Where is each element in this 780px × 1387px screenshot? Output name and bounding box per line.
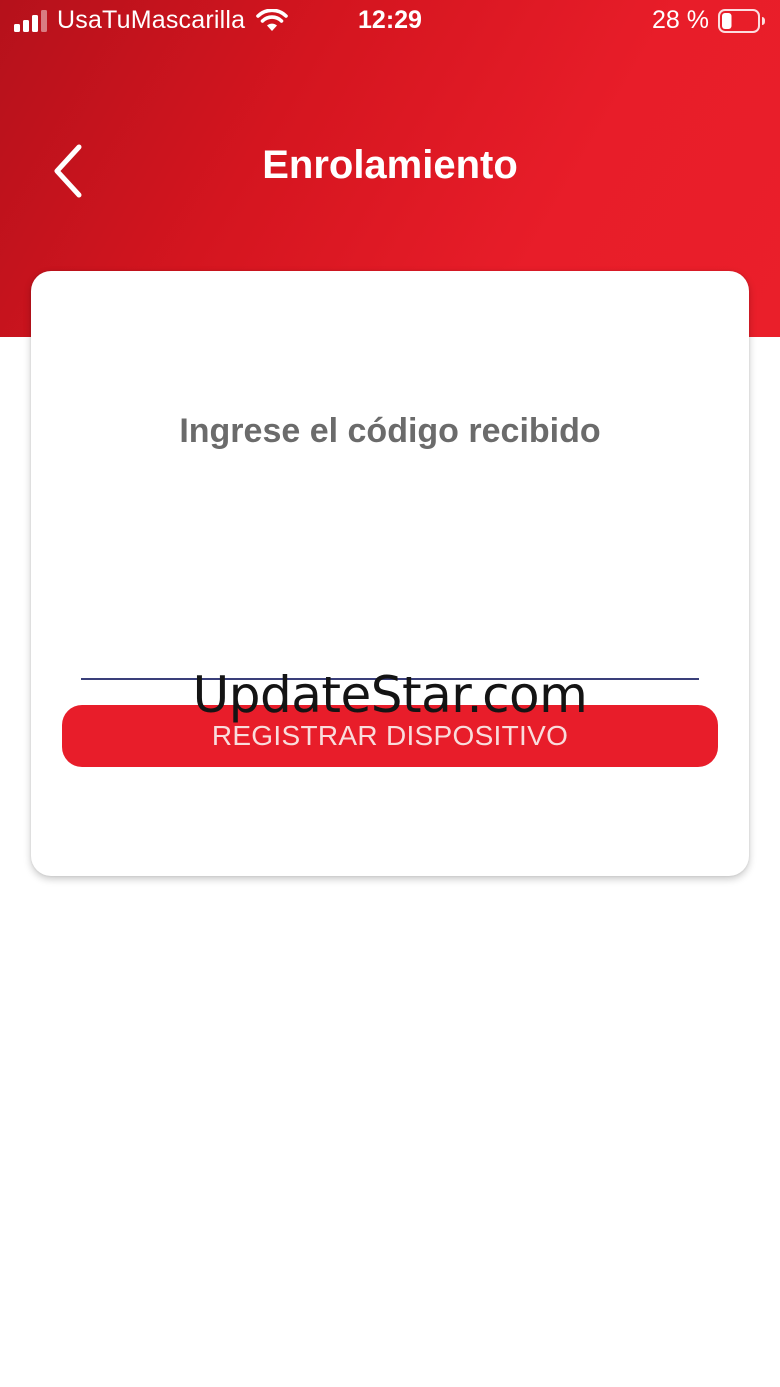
page-title: Enrolamiento	[262, 143, 518, 187]
code-instruction-text: Ingrese el código recibido	[179, 412, 601, 450]
enrollment-card: Ingrese el código recibido REGISTRAR DIS…	[31, 271, 749, 876]
verification-code-input[interactable]	[81, 616, 699, 680]
enrollment-screen: UsaTuMascarilla 12:29 28 % Enrolamiento …	[0, 0, 780, 1387]
battery-icon	[718, 9, 765, 33]
status-bar: UsaTuMascarilla 12:29 28 %	[0, 0, 780, 44]
register-device-button[interactable]: REGISTRAR DISPOSITIVO	[62, 705, 718, 767]
battery-percentage: 28 %	[652, 6, 709, 34]
